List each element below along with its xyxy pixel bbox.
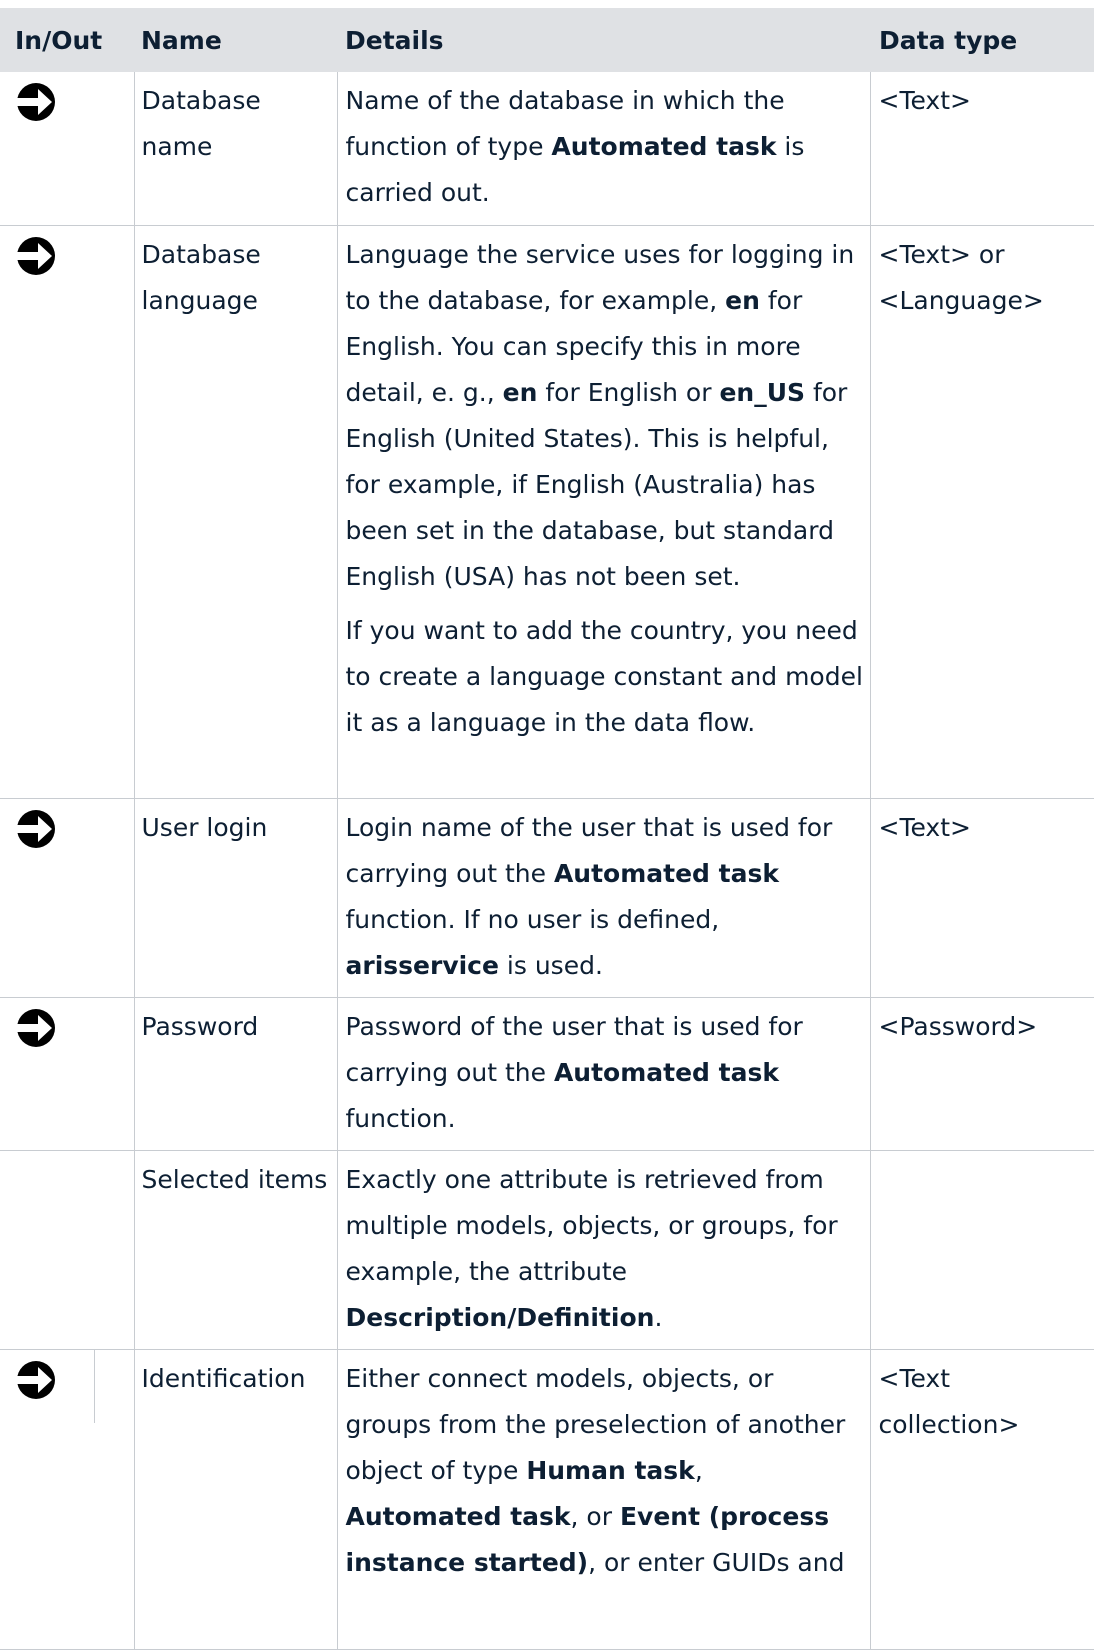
cell-details: Either connect models, objects, or group…	[336, 1349, 870, 1650]
cell-datatype: <Text>	[869, 798, 1094, 998]
details-text: ,	[694, 1455, 703, 1485]
cell-inout	[0, 1150, 134, 1350]
cell-datatype: <Text collection>	[869, 1349, 1094, 1650]
input-arrow-icon	[16, 809, 56, 849]
cell-name: User login	[133, 798, 337, 998]
cell-name: Database name	[133, 72, 337, 226]
details-paragraph: Language the service uses for logging in…	[346, 232, 864, 600]
table-row: Selected items Exactly one attribute is r…	[0, 1150, 1094, 1350]
details-bold-term: Description/Definition	[345, 1302, 655, 1332]
cell-details: Login name of the user that is used for …	[336, 798, 870, 998]
table-header-row: In/Out Name Details Data type	[0, 8, 1094, 72]
input-arrow-icon	[16, 1360, 56, 1400]
cell-datatype: <Password>	[869, 997, 1094, 1151]
input-arrow-icon	[16, 82, 56, 122]
cell-details: Password of the user that is used for ca…	[336, 997, 870, 1151]
cell-datatype: <Text>	[869, 72, 1094, 226]
cell-inout	[0, 997, 134, 1151]
details-text: Exactly one attribute is retrieved from …	[345, 1164, 838, 1286]
cell-details: Language the service uses for logging in…	[336, 225, 870, 799]
header-name: Name	[141, 26, 222, 55]
input-arrow-icon	[16, 236, 56, 276]
cell-details: Exactly one attribute is retrieved from …	[336, 1150, 870, 1350]
cell-name: Password	[133, 997, 337, 1151]
details-paragraph: If you want to add the country, you need…	[346, 608, 864, 746]
cell-datatype	[869, 1150, 1094, 1350]
cell-inout	[0, 798, 134, 998]
parameter-table: In/Out Name Details Data type Database n…	[0, 8, 1094, 1650]
details-paragraph: Exactly one attribute is retrieved from …	[346, 1157, 864, 1341]
table-row: Password Password of the user that is use…	[0, 997, 1094, 1151]
cell-inout	[0, 225, 134, 799]
table-row: Identification Either connect models, obj…	[0, 1349, 1094, 1650]
details-bold-term: Human task	[526, 1455, 695, 1485]
cell-details: Name of the database in which the functi…	[336, 72, 870, 226]
details-paragraph: Password of the user that is used for ca…	[346, 1004, 864, 1142]
details-bold-term: Automated task	[345, 1501, 571, 1531]
details-bold-term: Automated task	[551, 132, 777, 161]
cell-inout	[0, 72, 134, 226]
cell-name: Identification	[133, 1349, 337, 1650]
header-details: Details	[345, 26, 444, 55]
cell-datatype: <Text> or <Language>	[869, 225, 1094, 799]
table-row: User login Login name of the user that is…	[0, 798, 1094, 998]
input-arrow-icon	[16, 1008, 56, 1048]
details-bold-term: en	[725, 285, 760, 315]
details-paragraph: Login name of the user that is used for …	[346, 805, 864, 989]
header-datatype: Data type	[879, 26, 1018, 55]
details-bold-term: en	[502, 377, 538, 407]
details-bold-term: arisservice	[345, 950, 499, 980]
details-text: , or enter GUIDs and	[588, 1547, 845, 1577]
table-row: Database language Language the service us…	[0, 225, 1094, 799]
details-text: is used.	[498, 950, 603, 980]
details-text: .	[654, 1302, 663, 1332]
table-body: Database name Name of the database in whi…	[0, 72, 1094, 1650]
details-text: , or	[570, 1501, 620, 1531]
cell-divider	[94, 1349, 134, 1423]
details-text: for English (United States). This is hel…	[345, 377, 848, 591]
header-inout: In/Out	[15, 26, 103, 55]
details-text: function. If no user is defined,	[345, 904, 720, 934]
table-row: Database name Name of the database in whi…	[0, 72, 1094, 226]
details-text: function.	[345, 1103, 456, 1133]
cell-inout	[0, 1349, 134, 1650]
details-text: If you want to add the country, you need…	[345, 615, 863, 737]
details-bold-term: Automated task	[553, 1057, 779, 1087]
details-bold-term: en_US	[719, 377, 805, 407]
details-paragraph: Either connect models, objects, or group…	[346, 1356, 864, 1586]
details-paragraph: Name of the database in which the functi…	[346, 78, 864, 216]
details-text: for English or	[537, 377, 720, 407]
cell-name: Database language	[133, 225, 337, 799]
cell-name: Selected items	[133, 1150, 337, 1350]
details-bold-term: Automated task	[553, 858, 779, 888]
